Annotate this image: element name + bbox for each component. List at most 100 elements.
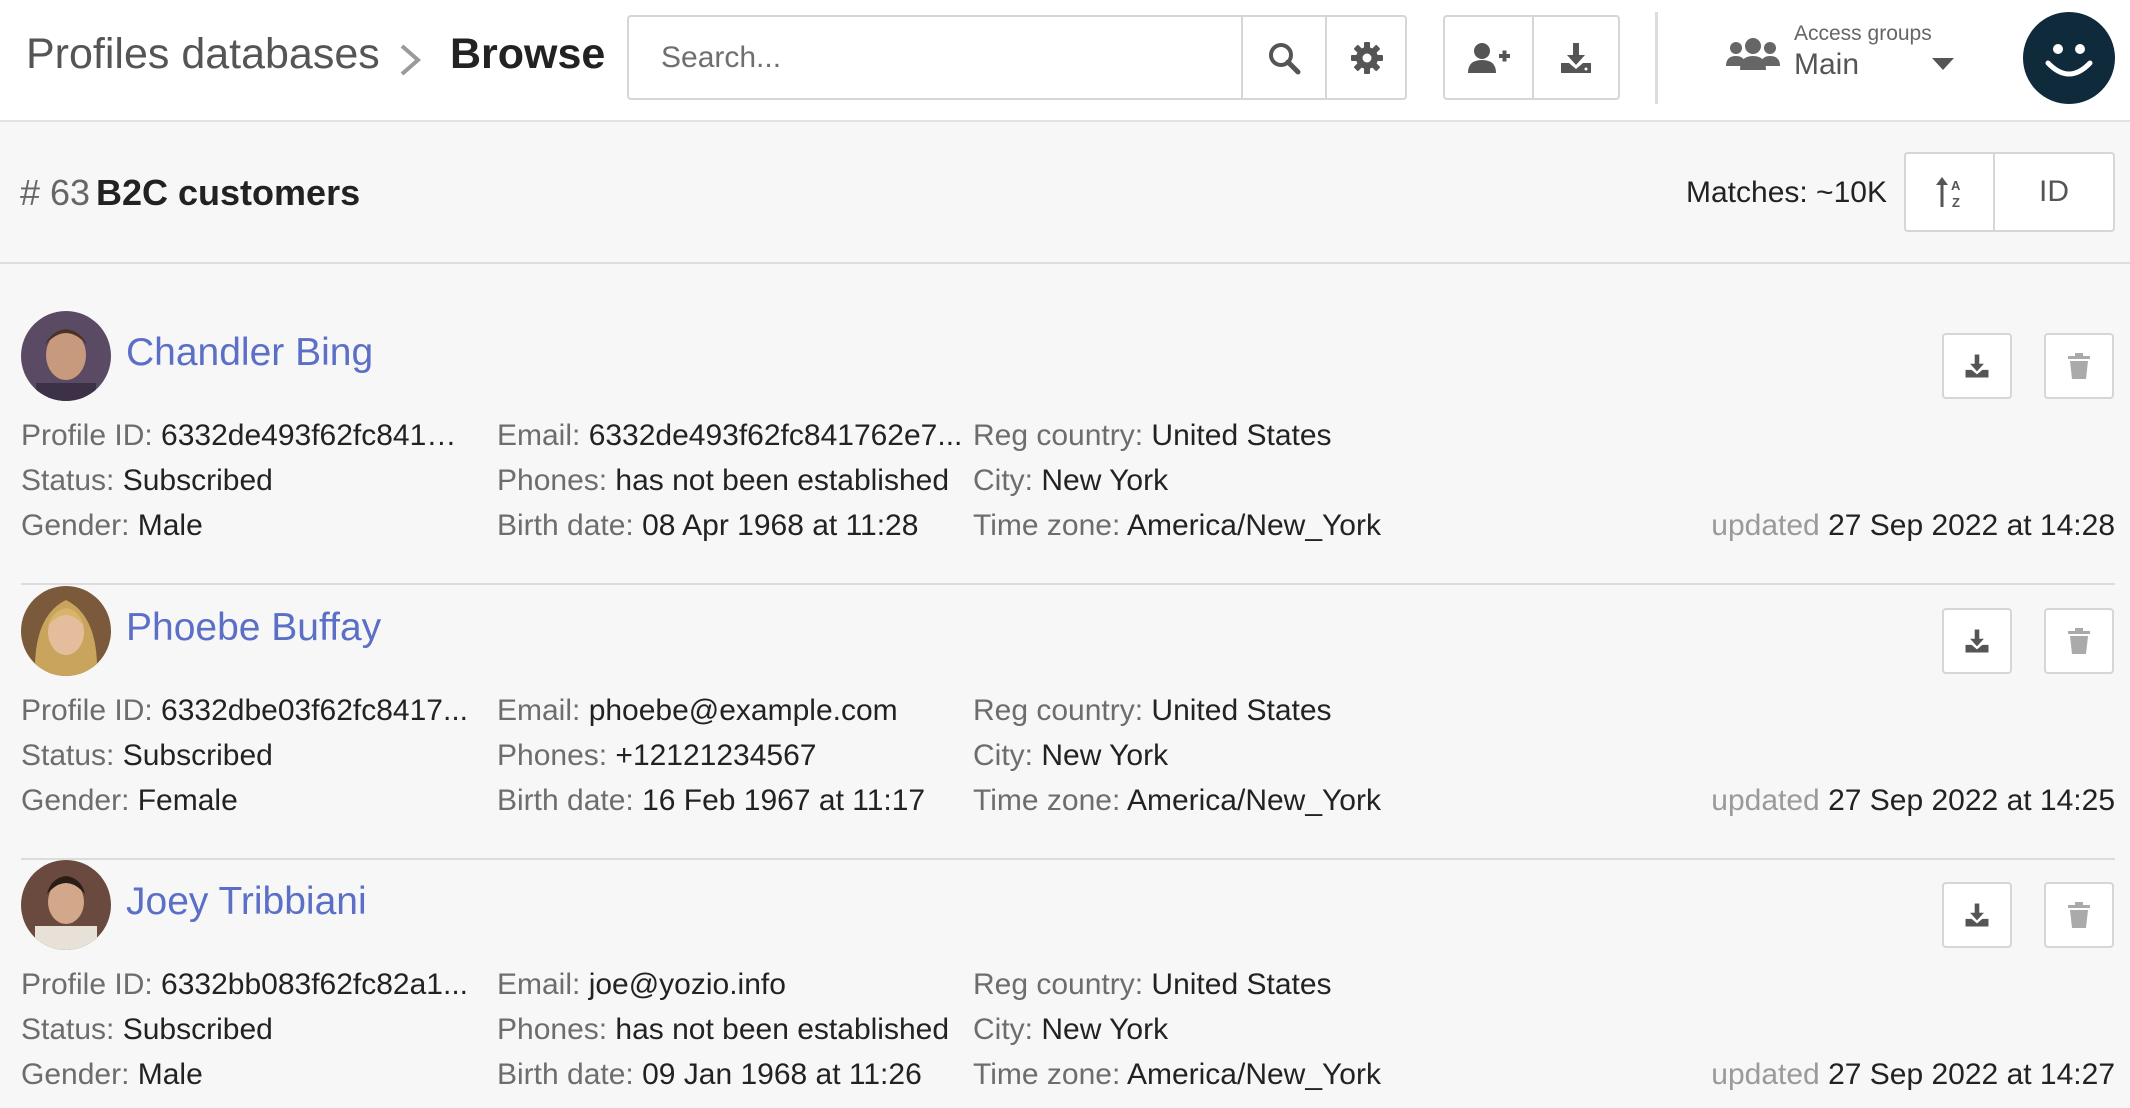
profile-name-link[interactable]: Chandler Bing	[126, 331, 373, 375]
city-field: City: New York	[973, 739, 1473, 773]
phones-value: has not been established	[615, 1013, 950, 1046]
field-label: Reg country:	[973, 968, 1152, 1001]
reg-country-field: Reg country: United States	[973, 694, 1473, 728]
profile-avatar[interactable]	[21, 586, 111, 676]
user-avatar[interactable]	[2023, 12, 2115, 104]
gear-icon	[1351, 41, 1383, 74]
profile-id-value: 6332de493f62fc84176...	[161, 419, 471, 452]
field-label: Phones:	[497, 1013, 616, 1046]
field-label: Gender:	[21, 784, 138, 817]
status-value: Subscribed	[122, 1013, 273, 1046]
smiley-icon	[2045, 44, 2093, 77]
access-groups-dropdown[interactable]: Access groups Main	[1722, 18, 1962, 98]
trash-icon	[2068, 628, 2090, 654]
field-label: Status:	[21, 464, 123, 497]
profile-id-field: Profile ID: 6332dbe03f62fc8417...	[21, 694, 471, 728]
field-label: Time zone:	[973, 784, 1127, 817]
access-groups-value: Main	[1794, 48, 1860, 81]
profile-name-link[interactable]: Joey Tribbiani	[126, 880, 367, 924]
field-label: Email:	[497, 694, 589, 727]
field-label: Reg country:	[973, 694, 1152, 727]
field-label: Time zone:	[973, 509, 1127, 542]
city-value: New York	[1041, 464, 1169, 497]
download-icon	[1965, 354, 1989, 378]
search-button[interactable]	[1241, 17, 1325, 98]
updated-timestamp: updated 27 Sep 2022 at 14:28	[1711, 509, 2115, 543]
email-value: phoebe@example.com	[588, 694, 898, 727]
profile-card: Chandler Bing Profile ID: 6332de493f62fc…	[21, 311, 2115, 585]
gender-value: Male	[137, 1058, 203, 1091]
updated-label: updated	[1711, 1058, 1829, 1091]
reg-country-value: United States	[1151, 694, 1332, 727]
profile-avatar[interactable]	[21, 311, 111, 401]
profile-name-link[interactable]: Phoebe Buffay	[126, 606, 381, 650]
field-label: Profile ID:	[21, 419, 162, 452]
field-label: Email:	[497, 968, 589, 1001]
search-input[interactable]	[629, 17, 1241, 98]
phones-value: has not been established	[615, 464, 950, 497]
profile-delete-button[interactable]	[2044, 882, 2114, 948]
users-icon	[1726, 38, 1780, 70]
phones-value: +12121234567	[615, 739, 817, 772]
phones-field: Phones: has not been established	[497, 464, 963, 498]
download-icon	[1561, 42, 1591, 73]
email-field: Email: 6332de493f62fc841762e7...	[497, 419, 963, 453]
time-zone-value: America/New_York	[1126, 509, 1381, 542]
birth-date-value: 08 Apr 1968 at 11:28	[642, 509, 919, 542]
reg-country-field: Reg country: United States	[973, 419, 1473, 453]
profile-id-field: Profile ID: 6332bb083f62fc82a1...	[21, 968, 471, 1002]
breadcrumb-root[interactable]: Profiles databases	[26, 30, 380, 79]
field-label: Phones:	[497, 739, 616, 772]
reg-country-value: United States	[1151, 419, 1332, 452]
export-button[interactable]	[1532, 17, 1618, 98]
email-value: joe@yozio.info	[588, 968, 786, 1001]
profile-download-button[interactable]	[1942, 882, 2012, 948]
city-value: New York	[1041, 1013, 1169, 1046]
sort-control: A Z ID	[1904, 152, 2115, 232]
updated-timestamp: updated 27 Sep 2022 at 14:27	[1711, 1058, 2115, 1092]
profile-photo-icon	[21, 860, 111, 950]
status-field: Status: Subscribed	[21, 1013, 471, 1047]
birth-date-field: Birth date: 16 Feb 1967 at 11:17	[497, 784, 963, 818]
access-groups-label: Access groups	[1794, 22, 1932, 45]
status-field: Status: Subscribed	[21, 464, 471, 498]
updated-value: 27 Sep 2022 at 14:28	[1828, 509, 2115, 542]
profile-avatar[interactable]	[21, 860, 111, 950]
gender-value: Female	[137, 784, 238, 817]
sort-field-button[interactable]: ID	[1993, 154, 2113, 230]
updated-value: 27 Sep 2022 at 14:25	[1828, 784, 2115, 817]
field-label: Email:	[497, 419, 589, 452]
city-field: City: New York	[973, 464, 1473, 498]
field-label: City:	[973, 739, 1042, 772]
profile-photo-icon	[21, 311, 111, 401]
sort-alpha-icon: A Z	[1935, 177, 1961, 209]
sort-order-button[interactable]: A Z	[1906, 154, 1993, 230]
field-label: City:	[973, 464, 1042, 497]
birth-date-value: 09 Jan 1968 at 11:26	[642, 1058, 922, 1091]
city-field: City: New York	[973, 1013, 1473, 1047]
time-zone-field: Time zone: America/New_York	[973, 784, 1473, 818]
profile-delete-button[interactable]	[2044, 608, 2114, 674]
chevron-right-icon	[400, 44, 422, 76]
updated-label: updated	[1711, 784, 1829, 817]
profile-download-button[interactable]	[1942, 333, 2012, 399]
search-bar	[627, 15, 1407, 100]
profile-card: Joey Tribbiani Profile ID: 6332bb083f62f…	[21, 860, 2115, 1108]
header-divider	[1655, 12, 1658, 104]
profile-delete-button[interactable]	[2044, 333, 2114, 399]
time-zone-field: Time zone: America/New_York	[973, 509, 1473, 543]
city-value: New York	[1041, 739, 1169, 772]
add-user-button[interactable]	[1445, 17, 1532, 98]
birth-date-field: Birth date: 08 Apr 1968 at 11:28	[497, 509, 963, 543]
field-label: Status:	[21, 1013, 123, 1046]
field-label: Status:	[21, 739, 123, 772]
birth-date-field: Birth date: 09 Jan 1968 at 11:26	[497, 1058, 963, 1092]
svg-text:Z: Z	[1952, 195, 1960, 209]
reg-country-field: Reg country: United States	[973, 968, 1473, 1002]
profile-card: Phoebe Buffay Profile ID: 6332dbe03f62fc…	[21, 586, 2115, 860]
search-settings-button[interactable]	[1325, 17, 1407, 98]
phones-field: Phones: has not been established	[497, 1013, 963, 1047]
profile-download-button[interactable]	[1942, 608, 2012, 674]
search-icon	[1269, 42, 1301, 74]
field-label: Profile ID:	[21, 694, 162, 727]
